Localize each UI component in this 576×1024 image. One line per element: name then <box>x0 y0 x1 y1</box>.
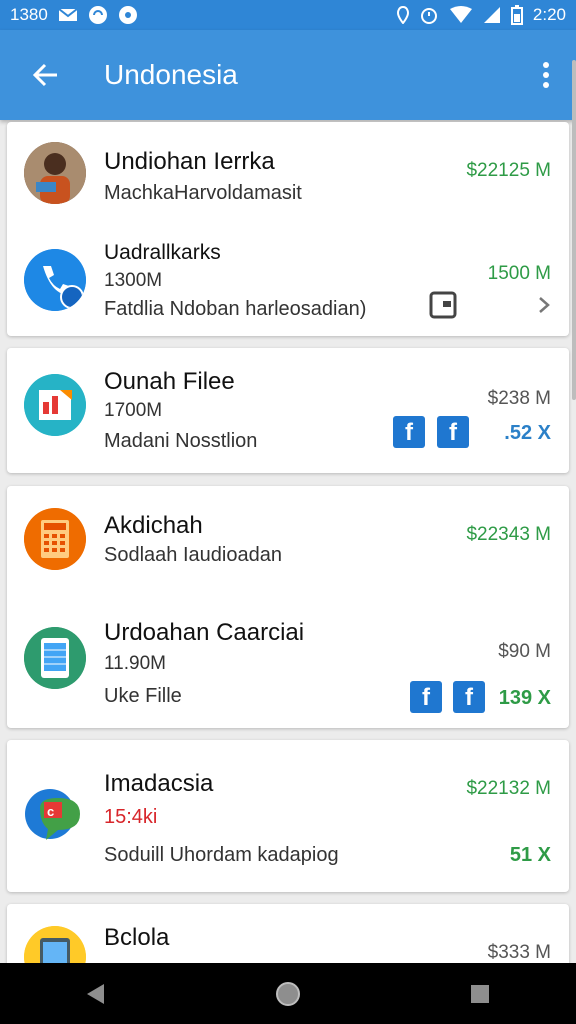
list-card: Undiohan Ierrka MachkaHarvoldamasit $221… <box>7 122 569 336</box>
phone-icon <box>24 249 86 311</box>
list-card: Ounah Filee 1700M Madani Nosstlion $238 … <box>7 348 569 473</box>
arrow-left-icon <box>32 63 57 87</box>
item-title: Imadacsia <box>104 770 214 797</box>
location-icon <box>396 6 409 24</box>
list-item[interactable]: Undiohan Ierrka MachkaHarvoldamasit $221… <box>7 122 569 227</box>
item-subtitle: MachkaHarvoldamasit <box>104 182 302 204</box>
mail-icon <box>58 8 78 22</box>
phone-device-icon <box>24 627 86 689</box>
more-vert-icon <box>543 62 549 88</box>
item-size: 1300M <box>104 270 163 291</box>
list-item[interactable]: Urdoahan Caarciai 11.90M Uke Fille $90 M… <box>7 601 569 728</box>
back-triangle-icon <box>87 983 104 1004</box>
item-size: 1700M <box>104 400 163 421</box>
chat-icon: c <box>22 784 88 850</box>
item-amount: $238 M <box>487 388 551 409</box>
list-item[interactable]: Uadrallkarks 1300M Fatdlia Ndoban harleo… <box>7 227 569 336</box>
file-icon <box>24 374 86 436</box>
item-title: Ounah Filee <box>104 368 235 395</box>
facebook-icon[interactable]: f <box>437 416 469 448</box>
item-amount: $333 M <box>487 942 551 963</box>
list-item[interactable]: Ounah Filee 1700M Madani Nosstlion $238 … <box>7 348 569 473</box>
nav-back-button[interactable] <box>66 964 126 1024</box>
sync-icon <box>88 5 108 25</box>
chevron-right-icon[interactable] <box>537 295 551 315</box>
item-title: Undiohan Ierrka <box>104 148 275 175</box>
item-title: Urdoahan Caarciai <box>104 619 305 646</box>
item-size: 11.90M <box>104 653 166 674</box>
content-list: Undiohan Ierrka MachkaHarvoldamasit $221… <box>0 120 576 963</box>
list-card: Bclola $333 M <box>7 904 569 963</box>
item-ratio: .52 X <box>504 422 551 444</box>
facebook-icon[interactable]: f <box>393 416 425 448</box>
item-description: Fatdlia Ndoban harleosadian) <box>104 298 367 320</box>
list-item[interactable]: Bclola $333 M <box>7 904 569 963</box>
nav-recents-button[interactable] <box>450 964 510 1024</box>
avatar <box>24 142 86 204</box>
facebook-icon[interactable]: f <box>410 681 442 713</box>
tablet-icon <box>24 926 86 963</box>
home-circle-icon <box>276 981 300 1006</box>
item-title: Bclola <box>104 924 170 951</box>
calendar-icon[interactable] <box>429 291 457 319</box>
list-item[interactable]: c Imadacsia 15:4ki Soduill Uhordam kadap… <box>7 740 569 892</box>
list-item[interactable]: Akdichah Sodlaah Iaudioadan $22343 M <box>7 486 569 601</box>
facebook-icon[interactable]: f <box>453 681 485 713</box>
status-time-right: 2:20 <box>532 5 566 24</box>
item-subtitle: Sodlaah Iaudioadan <box>104 544 282 566</box>
svg-text:c: c <box>47 804 54 819</box>
app-bar-title: Undonesia <box>104 59 238 90</box>
item-ratio: 139 X <box>498 687 551 709</box>
item-amount: $90 M <box>498 641 551 662</box>
status-bar: 1380 2:20 <box>0 0 576 30</box>
item-amount: 1500 M <box>487 263 551 284</box>
wifi-icon <box>449 6 473 24</box>
recents-square-icon <box>471 984 489 1003</box>
status-time-left: 1380 <box>10 5 48 24</box>
nav-home-button[interactable] <box>258 964 318 1024</box>
navigation-bar <box>0 963 576 1024</box>
back-button[interactable] <box>0 30 90 120</box>
item-title: Akdichah <box>104 512 203 539</box>
item-description: Madani Nosstlion <box>104 430 258 452</box>
item-amount: $22343 M <box>466 524 551 545</box>
item-amount: $22125 M <box>466 160 551 181</box>
list-card: Akdichah Sodlaah Iaudioadan $22343 M Urd… <box>7 486 569 728</box>
item-description: Uke Fille <box>104 685 182 707</box>
item-title: Uadrallkarks <box>104 241 221 264</box>
alarm-icon <box>419 5 439 25</box>
item-description: Soduill Uhordam kadapiog <box>104 844 339 866</box>
battery-icon <box>510 5 523 25</box>
app-bar: Undonesia <box>0 30 576 120</box>
more-options-button[interactable] <box>516 30 576 120</box>
calculator-icon <box>24 508 86 570</box>
item-amount: $22132 M <box>466 778 551 799</box>
list-card: c Imadacsia 15:4ki Soduill Uhordam kadap… <box>7 740 569 892</box>
item-ratio: 51 X <box>509 844 551 866</box>
signal-icon <box>483 6 501 24</box>
notification-icon <box>118 5 138 25</box>
item-time: 15:4ki <box>104 806 158 828</box>
